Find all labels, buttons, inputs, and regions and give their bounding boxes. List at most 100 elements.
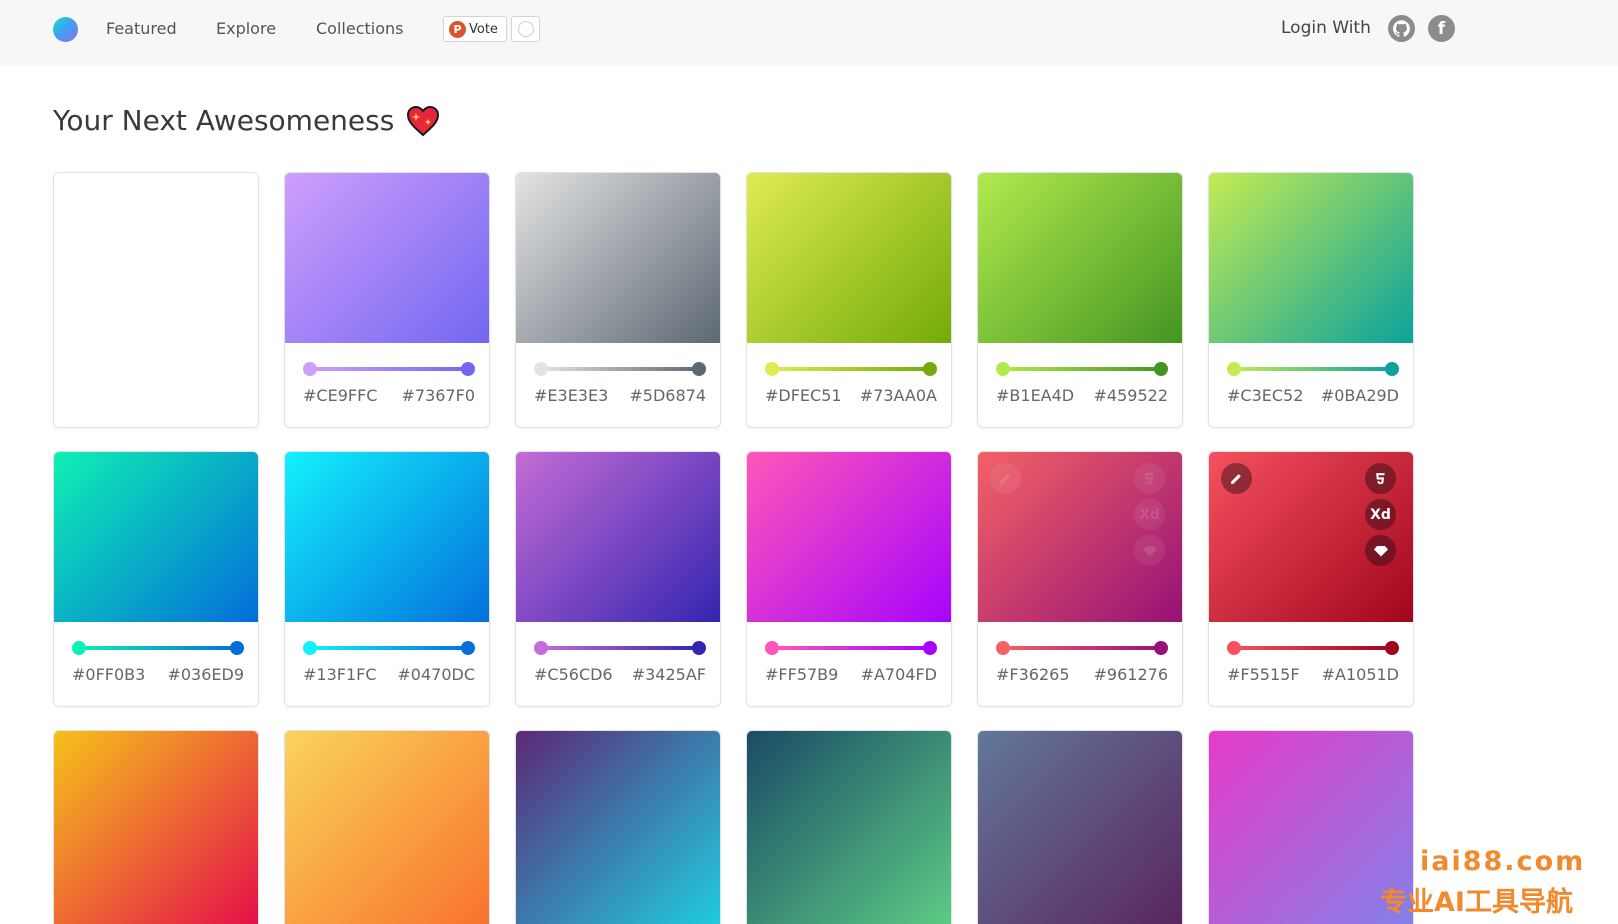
login-label: Login With xyxy=(1281,18,1371,38)
end-color-knob[interactable] xyxy=(461,641,475,655)
start-hex-code[interactable]: #13F1FC xyxy=(303,665,377,684)
gradient-swatch[interactable] xyxy=(516,452,720,622)
logo-icon[interactable] xyxy=(53,17,78,42)
producthunt-vote-button[interactable]: P Vote xyxy=(443,16,507,42)
gradient-swatch[interactable] xyxy=(54,452,258,622)
start-hex-code[interactable]: #E3E3E3 xyxy=(534,386,608,405)
end-color-knob[interactable] xyxy=(230,641,244,655)
gradient-swatch[interactable] xyxy=(747,731,951,924)
end-hex-code[interactable]: #0470DC xyxy=(397,665,475,684)
gradient-card[interactable]: #CE9FFC #7367F0 xyxy=(284,172,490,428)
start-color-knob[interactable] xyxy=(765,641,779,655)
start-color-knob[interactable] xyxy=(996,641,1010,655)
gradient-card[interactable] xyxy=(515,730,721,924)
end-hex-code[interactable]: #A1051D xyxy=(1322,665,1399,684)
end-hex-code[interactable]: #5D6874 xyxy=(629,386,706,405)
start-hex-code[interactable]: #C3EC52 xyxy=(1227,386,1303,405)
end-hex-code[interactable]: #036ED9 xyxy=(167,665,244,684)
gradient-card[interactable]: #13F1FC #0470DC xyxy=(284,451,490,707)
start-hex-code[interactable]: #CE9FFC xyxy=(303,386,377,405)
end-hex-code[interactable]: #961276 xyxy=(1094,665,1168,684)
gradient-card[interactable]: #0FF0B3 #036ED9 xyxy=(53,451,259,707)
start-color-knob[interactable] xyxy=(765,362,779,376)
gradient-swatch[interactable] xyxy=(285,452,489,622)
gradient-swatch[interactable] xyxy=(285,731,489,924)
start-hex-code[interactable]: #C56CD6 xyxy=(534,665,613,684)
gradient-swatch[interactable] xyxy=(516,731,720,924)
nav-link-explore[interactable]: Explore xyxy=(216,19,276,38)
start-color-knob[interactable] xyxy=(534,362,548,376)
gradient-slider xyxy=(303,362,475,376)
gradient-card[interactable] xyxy=(746,730,952,924)
hex-codes: #F36265 #961276 xyxy=(996,665,1168,684)
gradient-card[interactable]: #F36265 #961276 Xd xyxy=(977,451,1183,707)
start-color-knob[interactable] xyxy=(534,641,548,655)
gradient-card[interactable]: #B1EA4D #459522 xyxy=(977,172,1183,428)
start-hex-code[interactable]: #F5515F xyxy=(1227,665,1300,684)
gradient-swatch[interactable] xyxy=(978,173,1182,343)
sketch-icon[interactable] xyxy=(1365,535,1396,566)
gradient-swatch[interactable] xyxy=(285,173,489,343)
adobe-xd-icon[interactable]: Xd xyxy=(1365,499,1396,530)
end-hex-code[interactable]: #459522 xyxy=(1094,386,1168,405)
gradient-card[interactable]: #FF57B9 #A704FD xyxy=(746,451,952,707)
gradient-card[interactable]: #F5515F #A1051D Xd xyxy=(1208,451,1414,707)
start-hex-code[interactable]: #B1EA4D xyxy=(996,386,1074,405)
gradient-card[interactable] xyxy=(53,730,259,924)
start-hex-code[interactable]: #0FF0B3 xyxy=(72,665,145,684)
end-color-knob[interactable] xyxy=(1385,641,1399,655)
gradient-slider xyxy=(72,641,244,655)
start-color-knob[interactable] xyxy=(996,362,1010,376)
nav-link-featured[interactable]: Featured xyxy=(106,19,177,38)
sketch-icon[interactable] xyxy=(1134,535,1165,566)
css3-icon[interactable] xyxy=(1365,463,1396,494)
producthunt-icon: P xyxy=(449,20,466,38)
gradient-card[interactable]: #E3E3E3 #5D6874 xyxy=(515,172,721,428)
end-color-knob[interactable] xyxy=(923,362,937,376)
start-color-knob[interactable] xyxy=(72,641,86,655)
start-hex-code[interactable]: #F36265 xyxy=(996,665,1070,684)
start-color-knob[interactable] xyxy=(1227,641,1241,655)
gradient-card[interactable] xyxy=(284,730,490,924)
hex-codes: #13F1FC #0470DC xyxy=(303,665,475,684)
edit-icon[interactable] xyxy=(1221,463,1252,494)
facebook-icon[interactable]: f xyxy=(1428,15,1455,42)
end-hex-code[interactable]: #0BA29D xyxy=(1321,386,1399,405)
gradient-swatch[interactable] xyxy=(747,173,951,343)
end-hex-code[interactable]: #3425AF xyxy=(632,665,706,684)
vote-label: Vote xyxy=(469,21,498,37)
end-color-knob[interactable] xyxy=(461,362,475,376)
end-color-knob[interactable] xyxy=(1154,362,1168,376)
end-color-knob[interactable] xyxy=(1385,362,1399,376)
gradient-swatch[interactable] xyxy=(516,173,720,343)
hex-codes: #CE9FFC #7367F0 xyxy=(303,386,475,405)
gradient-slider xyxy=(1227,641,1399,655)
gradient-card[interactable]: #C3EC52 #0BA29D xyxy=(1208,172,1414,428)
gradient-card[interactable] xyxy=(977,730,1183,924)
end-hex-code[interactable]: #7367F0 xyxy=(401,386,475,405)
edit-icon[interactable] xyxy=(990,463,1021,494)
start-hex-code[interactable]: #DFEC51 xyxy=(765,386,842,405)
start-color-knob[interactable] xyxy=(303,362,317,376)
gradient-swatch[interactable] xyxy=(54,731,258,924)
end-color-knob[interactable] xyxy=(1154,641,1168,655)
gradient-swatch[interactable] xyxy=(747,452,951,622)
gradient-card[interactable]: #DFEC51 #73AA0A xyxy=(746,172,952,428)
gradient-swatch[interactable] xyxy=(1209,173,1413,343)
start-color-knob[interactable] xyxy=(1227,362,1241,376)
gradient-slider xyxy=(996,362,1168,376)
end-hex-code[interactable]: #73AA0A xyxy=(860,386,937,405)
gradient-swatch[interactable] xyxy=(978,731,1182,924)
end-color-knob[interactable] xyxy=(923,641,937,655)
end-color-knob[interactable] xyxy=(692,641,706,655)
end-color-knob[interactable] xyxy=(692,362,706,376)
gradient-card[interactable]: #C56CD6 #3425AF xyxy=(515,451,721,707)
nav-link-collections[interactable]: Collections xyxy=(316,19,403,38)
github-icon[interactable] xyxy=(1388,15,1415,42)
gradient-card[interactable] xyxy=(53,172,259,428)
start-color-knob[interactable] xyxy=(303,641,317,655)
css3-icon[interactable] xyxy=(1134,463,1165,494)
end-hex-code[interactable]: #A704FD xyxy=(861,665,937,684)
adobe-xd-icon[interactable]: Xd xyxy=(1134,499,1165,530)
start-hex-code[interactable]: #FF57B9 xyxy=(765,665,838,684)
